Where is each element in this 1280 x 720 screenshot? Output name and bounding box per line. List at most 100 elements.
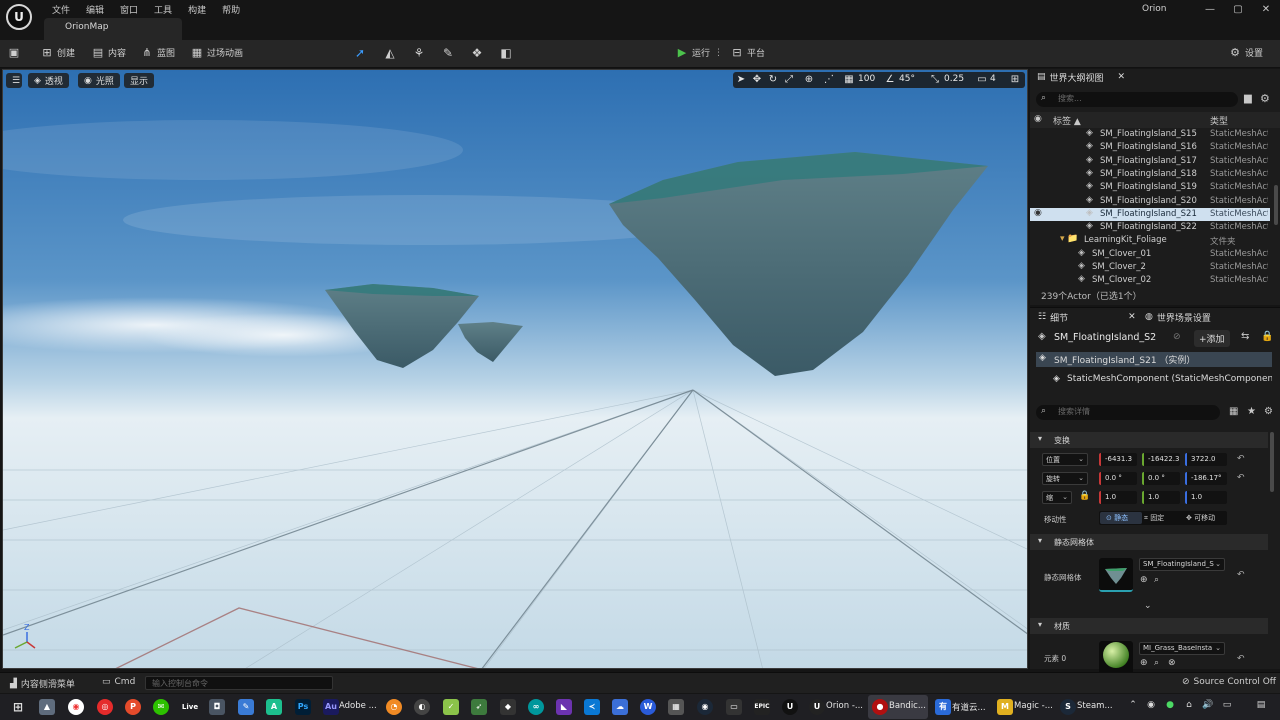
taskbar-item-2-icon[interactable]: ● [872,699,888,715]
material-find-icon[interactable]: ⌕ [1154,658,1159,668]
cloud-app-icon[interactable]: ☁ [612,699,628,715]
reset-mesh-icon[interactable]: ↶ [1237,570,1245,580]
network-icon[interactable]: ⌂ [1182,700,1196,710]
find-in-browser-icon[interactable]: ⌕ [1154,575,1159,585]
menu-file[interactable]: 文件 [44,2,78,17]
wps-icon[interactable]: P [125,699,141,715]
lock-state-icon[interactable]: ⊘ [1173,332,1181,342]
source-control-button[interactable]: ⊘ Source Control Off [1182,677,1276,687]
material-thumbnail[interactable] [1099,641,1133,675]
scale-lock-icon[interactable]: 🔒 [1079,491,1090,501]
notes-app-icon[interactable]: A [266,699,282,715]
outliner-row[interactable]: ▾ 📁 LearningKit_Foliage 文件夹 [1030,234,1270,247]
settings-gear-icon[interactable]: ⚙ [1260,92,1270,105]
translate-icon[interactable]: ✥ [750,74,764,88]
camera-icon[interactable]: ◘ [209,699,225,715]
minimize-button[interactable]: — [1198,4,1222,20]
grid-view-icon[interactable]: ▦ [1229,406,1238,417]
app-circle-icon[interactable]: ◐ [414,699,430,715]
dev-app-icon[interactable]: ◆ [500,699,516,715]
rotation-snap-value[interactable]: 45° [899,74,915,84]
taskbar-item-2-label[interactable]: Bandic... [889,701,926,711]
star-icon[interactable]: ★ [1247,406,1256,417]
settings-button[interactable]: ⚙ 设置 [1229,46,1263,59]
menu-window[interactable]: 窗口 [112,2,146,17]
landscape-mode-icon[interactable]: ◭ [382,46,398,62]
scale-mode-dropdown[interactable]: 缩 ⌄ [1042,491,1072,504]
static-mesh-asset-dropdown[interactable]: SM_FloatingIsland_S ⌄ [1139,558,1225,571]
taskbar-item-1-label[interactable]: Orion -... [826,701,863,711]
chrome-icon[interactable]: ◉ [68,699,84,715]
rotation-snap-icon[interactable]: ∠ [883,74,897,88]
taskbar-item-0-label[interactable]: Adobe ... [339,701,377,711]
content-drawer-button[interactable]: ▟ 内容侧滑菜单 [10,677,75,691]
visual-studio-icon[interactable]: ◣ [556,699,572,715]
outliner-row[interactable]: ◈ SM_FloatingIsland_S16 StaticMeshActor [1030,141,1270,154]
static-mesh-thumbnail[interactable] [1099,558,1133,592]
level-tab[interactable]: OrionMap [44,18,182,40]
select-icon[interactable]: ➤ [734,74,748,88]
mobility-static-option[interactable]: ⊙ 静态 [1100,512,1142,524]
scale-snap-icon[interactable]: ⤡ [928,74,942,88]
outliner-search-input[interactable]: ⌕ 搜索... [1036,92,1238,107]
layout-icon[interactable]: ⊞ [1008,74,1022,88]
outliner-row[interactable]: ◈ SM_FloatingIsland_S18 StaticMeshActor [1030,168,1270,181]
component-row[interactable]: ◈ StaticMeshComponent (StaticMeshCompone… [1036,373,1272,388]
camera-speed-icon[interactable]: ▭ [975,74,989,88]
world-settings-tab[interactable]: ◍ 世界场景设置 [1145,309,1211,325]
materials-section-header[interactable]: ▾ 材质 [1030,618,1268,634]
grid-snap-value[interactable]: 100 [858,74,875,84]
blueprint-convert-icon[interactable]: ⇆ [1241,331,1249,342]
level-viewport[interactable]: Z ☰ ◈ 透视 ◉ 光照 显示 ➤ ✥ ↻ ⤢ ⊕ ⋰ ▦ 100 ∠ 45°… [2,69,1028,669]
cmd-button[interactable]: ▭ Cmd [102,677,135,687]
create-button[interactable]: ⊞ 创建 [41,46,75,59]
volume-icon[interactable]: 🔊 [1201,700,1215,710]
show-button[interactable]: 显示 [124,73,155,88]
outliner-row[interactable]: ◈ SM_Clover_02 StaticMeshActor [1030,274,1270,287]
modeling-mode-icon[interactable]: ◧ [498,46,514,62]
lock-icon[interactable]: 🔒 [1261,331,1273,342]
label-column-header[interactable]: 标签 ▲ [1053,114,1081,127]
notification-icon[interactable]: ▤ [1254,700,1268,710]
camera-speed-value[interactable]: 4 [990,74,996,84]
scale-z-field[interactable]: 1.0 [1185,491,1227,504]
reset-rotation-icon[interactable]: ↶ [1237,473,1245,483]
rotation-mode-dropdown[interactable]: 旋转 ⌄ [1042,472,1088,485]
play-options-icon[interactable]: ⋮ [714,48,723,58]
outliner-row[interactable]: ◈ SM_Clover_01 StaticMeshActor [1030,248,1270,261]
content-button[interactable]: ▤ 内容 [92,46,126,59]
details-tab[interactable]: ☷ 细节 ✕ [1038,309,1136,325]
play-button[interactable]: ▶ 运行 ⋮ [676,46,723,59]
live-app-icon[interactable]: Live [181,699,199,715]
terminal-icon[interactable]: ▭ [726,699,742,715]
epic-icon[interactable]: EPIC [754,699,770,715]
outliner-row[interactable]: ◈ SM_FloatingIsland_S17 StaticMeshActor [1030,155,1270,168]
wechat-icon[interactable]: ✉ [153,699,169,715]
transform-section-header[interactable]: ▾ 变换 [1030,432,1268,448]
outliner-scrollbar[interactable] [1274,185,1278,225]
tray-expand-icon[interactable]: ⌃ [1126,700,1140,710]
rotation-x-field[interactable]: 0.0 ° [1099,472,1137,485]
windows-start-icon[interactable]: ⊞ [10,699,26,715]
photo-app-icon[interactable]: ▲ [39,699,55,715]
viewport-menu-button[interactable]: ☰ [6,73,22,88]
visibility-eye-icon[interactable]: ◉ [1034,208,1042,218]
scale-snap-value[interactable]: 0.25 [944,74,964,84]
blueprint-button[interactable]: ⋔ 蓝图 [141,46,175,59]
photoshop-icon[interactable]: Ps [295,699,311,715]
instance-row[interactable]: ◈ SM_FloatingIsland_S21 （实例） [1036,352,1272,367]
outliner-row[interactable]: ◈ SM_Clover_2 StaticMeshActor [1030,261,1270,274]
arduino-icon[interactable]: ∞ [528,699,544,715]
platform-button[interactable]: ⊟ 平台 [731,46,765,59]
foliage-mode-icon[interactable]: ⚘ [411,46,427,62]
details-search-input[interactable]: ⌕ 搜索详情 [1036,405,1220,420]
scale-y-field[interactable]: 1.0 [1142,491,1180,504]
mobility-movable-option[interactable]: ✥ 可移动 [1186,513,1215,523]
vscode-icon[interactable]: ≺ [584,699,600,715]
unreal-logo-icon[interactable]: U [6,4,32,30]
details-settings-icon[interactable]: ⚙ [1264,406,1273,417]
close-details-tab-icon[interactable]: ✕ [1128,312,1136,322]
outliner-row[interactable]: ◈ SM_FloatingIsland_S19 StaticMeshActor [1030,181,1270,194]
material-asset-dropdown[interactable]: MI_Grass_BaseInsta ⌄ [1139,642,1225,655]
location-z-field[interactable]: 3722.0 [1185,453,1227,466]
